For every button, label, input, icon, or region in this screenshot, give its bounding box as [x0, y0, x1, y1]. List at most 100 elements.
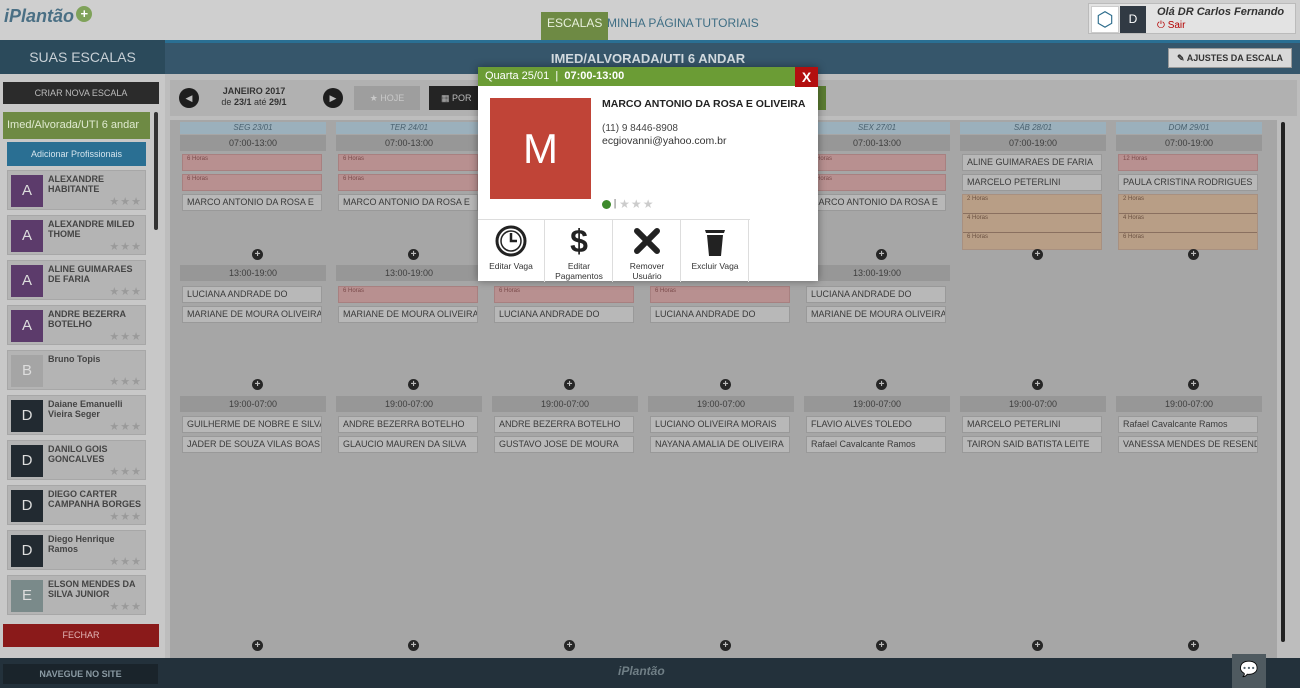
shift-slot[interactable]: 6 Horas — [338, 174, 478, 191]
shift-slot[interactable]: PAULA CRISTINA RODRIGUES — [1118, 174, 1258, 191]
add-slot-icon[interactable]: + — [720, 379, 731, 390]
next-week-button[interactable]: ▶ — [323, 88, 343, 108]
shift-slot[interactable]: LUCIANA ANDRADE DO — [650, 306, 790, 323]
add-slot-icon[interactable]: + — [564, 379, 575, 390]
professional-card[interactable]: D DANILO GOIS GONCALVES ★★★ — [7, 440, 146, 480]
shift-slot[interactable]: VANESSA MENDES DE RESENDE — [1118, 436, 1258, 453]
create-scale-button[interactable]: CRIAR NOVA ESCALA — [3, 82, 159, 104]
open-slot-hours[interactable]: 6 Horas — [1119, 233, 1257, 252]
add-slot-icon[interactable]: + — [252, 249, 263, 260]
add-slot-icon[interactable]: + — [876, 640, 887, 651]
open-slots-box[interactable]: 2 Horas 4 Horas 6 Horas — [1118, 194, 1258, 250]
shift-slot[interactable]: ANDRE BEZERRA BOTELHO — [494, 416, 634, 433]
nav-tutoriais[interactable]: TUTORIAIS — [689, 12, 765, 40]
shift-slot[interactable]: Rafael Cavalcante Ramos — [806, 436, 946, 453]
add-slot-icon[interactable]: + — [564, 640, 575, 651]
open-slot-hours[interactable]: 6 Horas — [963, 233, 1101, 252]
shift-slot[interactable]: FLAVIO ALVES TOLEDO — [806, 416, 946, 433]
add-slot-icon[interactable]: + — [1032, 640, 1043, 651]
nav-minha-pagina[interactable]: MINHA PÁGINA — [601, 12, 700, 40]
add-slot-icon[interactable]: + — [408, 640, 419, 651]
shift-slot[interactable]: 6 Horas — [338, 286, 478, 303]
add-slot-icon[interactable]: + — [876, 249, 887, 260]
prev-week-button[interactable]: ◀ — [179, 88, 199, 108]
open-slot-hours[interactable]: 2 Horas — [1119, 195, 1257, 214]
shift-slot[interactable]: Rafael Cavalcante Ramos — [1118, 416, 1258, 433]
shift-slot[interactable]: LUCIANA ANDRADE DO — [806, 286, 946, 303]
shift-slot[interactable]: 6 Horas — [806, 174, 946, 191]
shift-slot[interactable]: 12 Horas — [1118, 154, 1258, 171]
shift-slot[interactable]: GUSTAVO JOSE DE MOURA — [494, 436, 634, 453]
logo[interactable]: iPlantão + — [4, 6, 93, 27]
add-slot-icon[interactable]: + — [1188, 640, 1199, 651]
professional-card[interactable]: E ELSON MENDES DA SILVA JUNIOR ★★★ — [7, 575, 146, 615]
add-slot-icon[interactable]: + — [876, 379, 887, 390]
open-slot-hours[interactable]: 4 Horas — [963, 214, 1101, 233]
shift-slot[interactable]: MARIANE DE MOURA OLIVEIRA — [338, 306, 478, 323]
adjust-scale-button[interactable]: ✎ AJUSTES DA ESCALA — [1168, 48, 1292, 68]
professional-card[interactable]: A ANDRE BEZERRA BOTELHO ★★★ — [7, 305, 146, 345]
shift-slot[interactable]: JADER DE SOUZA VILAS BOAS — [182, 436, 322, 453]
add-slot-icon[interactable]: + — [408, 379, 419, 390]
shift-slot[interactable]: MARCELO PETERLINI — [962, 174, 1102, 191]
shift-slot[interactable]: MARCO ANTONIO DA ROSA E — [338, 194, 478, 211]
shift-slot[interactable]: ANDRE BEZERRA BOTELHO — [338, 416, 478, 433]
navigate-site-button[interactable]: NAVEGUE NO SITE — [3, 664, 158, 684]
add-professionals-button[interactable]: Adicionar Profissionais — [7, 142, 146, 166]
professional-card[interactable]: D DIEGO CARTER CAMPANHA BORGES ★★★ — [7, 485, 146, 525]
shift-slot[interactable]: LUCIANO OLIVEIRA MORAIS — [650, 416, 790, 433]
professional-card[interactable]: A ALINE GUIMARAES DE FARIA ★★★ — [7, 260, 146, 300]
shift-slot[interactable]: GUILHERME DE NOBRE E SILVA — [182, 416, 322, 433]
shift-slot[interactable]: MARIANE DE MOURA OLIVEIRA — [806, 306, 946, 323]
add-slot-icon[interactable]: + — [1188, 249, 1199, 260]
edit-shift-button[interactable]: Editar Vaga — [478, 220, 545, 282]
add-slot-icon[interactable]: + — [1032, 379, 1043, 390]
sidebar-scrollbar[interactable] — [154, 112, 158, 230]
shift-slot[interactable]: MARCO ANTONIO DA ROSA E — [182, 194, 322, 211]
logout-link[interactable]: ⏻ Sair — [1157, 20, 1186, 31]
add-slot-icon[interactable]: + — [720, 640, 731, 651]
shift-slot[interactable]: 6 Horas — [182, 174, 322, 191]
por-button[interactable]: ▦ POR — [429, 86, 479, 110]
user-avatar[interactable]: D — [1120, 6, 1146, 33]
open-slot-hours[interactable]: 2 Horas — [963, 195, 1101, 214]
professional-card[interactable]: D Daiane Emanuelli Vieira Seger ★★★ — [7, 395, 146, 435]
sidebar-item-scale[interactable]: Imed/Alvorada/UTI 6 andar — [3, 112, 150, 139]
open-slots-box[interactable]: 2 Horas 4 Horas 6 Horas — [962, 194, 1102, 250]
edit-payments-button[interactable]: $ Editar Pagamentos — [546, 220, 613, 282]
professional-card[interactable]: D Diego Henrique Ramos ★★★ — [7, 530, 146, 570]
professional-card[interactable]: B Bruno Topis ★★★ — [7, 350, 146, 390]
add-slot-icon[interactable]: + — [1188, 379, 1199, 390]
open-slot-hours[interactable]: 4 Horas — [1119, 214, 1257, 233]
shift-slot[interactable]: LUCIANA ANDRADE DO — [494, 306, 634, 323]
today-button[interactable]: ★ HOJE — [354, 86, 420, 110]
add-slot-icon[interactable]: + — [252, 379, 263, 390]
shift-slot[interactable]: MARCO ANTONIO DA ROSA E — [806, 194, 946, 211]
shift-slot[interactable]: LUCIANA ANDRADE DO — [182, 286, 322, 303]
shift-slot[interactable]: 6 Horas — [494, 286, 634, 303]
add-slot-icon[interactable]: + — [1032, 249, 1043, 260]
chat-icon[interactable]: 💬 — [1232, 654, 1266, 688]
shift-slot[interactable]: ALINE GUIMARAES DE FARIA — [962, 154, 1102, 171]
close-button[interactable]: FECHAR — [3, 624, 159, 647]
calendar-scrollbar[interactable] — [1281, 122, 1285, 642]
remove-user-button[interactable]: Remover Usuário — [614, 220, 681, 282]
modal-close-button[interactable]: X — [795, 67, 818, 87]
add-slot-icon[interactable]: + — [408, 249, 419, 260]
hexagon-icon[interactable]: ⬡ — [1091, 6, 1119, 33]
professional-card[interactable]: A ALEXANDRE MILED THOME ★★★ — [7, 215, 146, 255]
shift-slot[interactable]: 6 Horas — [650, 286, 790, 303]
nav-escalas[interactable]: ESCALAS — [541, 12, 609, 40]
shift-slot[interactable]: GLAUCIO MAUREN DA SILVA — [338, 436, 478, 453]
shift-slot[interactable]: NAYANA AMALIA DE OLIVEIRA — [650, 436, 790, 453]
professional-avatar: A — [11, 220, 43, 252]
shift-slot[interactable]: 6 Horas — [806, 154, 946, 171]
shift-slot[interactable]: MARIANE DE MOURA OLIVEIRA — [182, 306, 322, 323]
add-slot-icon[interactable]: + — [252, 640, 263, 651]
delete-shift-button[interactable]: Excluir Vaga — [682, 220, 749, 282]
shift-slot[interactable]: TAIRON SAID BATISTA LEITE — [962, 436, 1102, 453]
professional-card[interactable]: A ALEXANDRE HABITANTE ★★★ — [7, 170, 146, 210]
shift-slot[interactable]: 6 Horas — [182, 154, 322, 171]
shift-slot[interactable]: 6 Horas — [338, 154, 478, 171]
shift-slot[interactable]: MARCELO PETERLINI — [962, 416, 1102, 433]
